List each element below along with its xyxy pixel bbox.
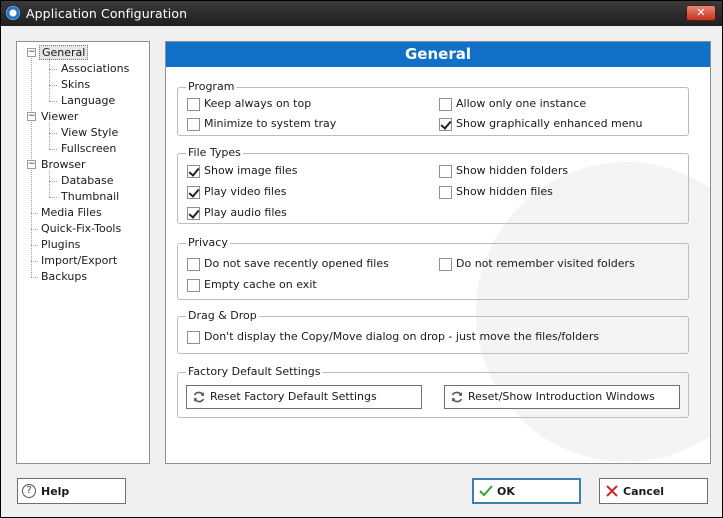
checkbox-box[interactable] [187,186,200,199]
checkbox-box[interactable] [187,165,200,178]
cancel-x-icon [606,485,618,497]
file-types-group: File Types Show image files Show hidden … [177,146,689,224]
tree-connector [49,69,57,70]
tree-item-label: Thumbnail [61,190,120,203]
tree-connector [49,149,57,150]
tree-item-import-export[interactable]: Import/Export [39,253,119,268]
tree-connector [49,58,50,101]
collapse-toggle-icon[interactable]: − [27,48,36,57]
tree-item-skins[interactable]: Skins [59,77,92,92]
ok-button[interactable]: OK [472,478,581,504]
tree-connector [49,122,50,149]
tree-item-browser[interactable]: Browser [39,157,88,172]
tree-item-viewer[interactable]: Viewer [39,109,80,124]
tree-connector [31,213,38,214]
program-group-title: Program [186,80,237,94]
tree-item-backups[interactable]: Backups [39,269,89,284]
tree-item-label: Associations [61,62,130,75]
program-group: Program Keep always on top Allow only on… [177,80,689,136]
tree-item-label: Skins [61,78,91,91]
checkbox-box[interactable] [439,118,452,131]
checkbox-box[interactable] [187,98,200,111]
help-icon: ? [22,484,36,498]
tree-connector [31,261,38,262]
close-icon: ✕ [696,6,706,19]
settings-panel: General Program Keep always on top Allow… [165,41,711,464]
tree-item-label: Plugins [41,238,81,251]
tree-item-label: Database [61,174,114,187]
factory-defaults-group: Factory Default Settings Reset Factory D… [177,365,689,418]
tree-item-media-files[interactable]: Media Files [39,205,104,220]
tree-connector [31,229,38,230]
tree-item-language[interactable]: Language [59,93,117,108]
checkbox-box[interactable] [187,279,200,292]
drag-drop-group: Drag & Drop Don't display the Copy/Move … [177,309,689,354]
tree-item-database[interactable]: Database [59,173,116,188]
tree-connector [49,101,57,102]
checkbox-box[interactable] [439,258,452,271]
tree-item-label: Fullscreen [61,142,117,155]
window-title: Application Configuration [26,6,188,21]
refresh-icon [193,391,205,403]
factory-defaults-group-title: Factory Default Settings [186,365,323,379]
tree-item-general[interactable]: General [39,45,89,60]
tree-item-label: Viewer [41,110,79,123]
tree-item-label: Backups [41,270,88,283]
checkmark-icon [479,485,493,497]
cancel-button[interactable]: Cancel [599,478,708,504]
checkbox-box[interactable] [187,258,200,271]
checkbox-box[interactable] [187,331,200,344]
file-types-group-title: File Types [186,146,243,160]
settings-tree[interactable]: General − Associations Skins Language Viewer −… [16,41,150,464]
tree-connector [49,181,57,182]
tree-item-label: General [39,45,89,60]
checkbox-box[interactable] [187,118,200,131]
collapse-toggle-icon[interactable]: − [27,160,36,169]
refresh-icon [451,391,463,403]
checkbox-box[interactable] [187,207,200,220]
close-button[interactable]: ✕ [686,5,716,21]
tree-item-fullscreen[interactable]: Fullscreen [59,141,118,156]
app-icon [6,6,20,20]
tree-connector [31,277,38,278]
tree-connector [49,85,57,86]
privacy-group: Privacy Do not save recently opened file… [177,236,689,300]
tree-item-label: Quick-Fix-Tools [41,222,122,235]
tree-connector [49,170,50,197]
tree-connector [31,245,38,246]
tree-item-label: Import/Export [41,254,118,267]
panel-title: General [166,42,710,67]
config-window: Application Configuration ✕ General − Asso… [0,0,723,518]
tree-item-label: Browser [41,158,86,171]
checkbox-box[interactable] [439,186,452,199]
tree-item-view-style[interactable]: View Style [59,125,120,140]
tree-item-label: View Style [61,126,119,139]
reset-introduction-windows-button[interactable]: Reset/Show Introduction Windows [444,385,680,409]
drag-drop-group-title: Drag & Drop [186,309,259,323]
tree-item-label: Language [61,94,116,107]
checkbox-box[interactable] [439,165,452,178]
tree-item-associations[interactable]: Associations [59,61,131,76]
tree-item-quick-fix-tools[interactable]: Quick-Fix-Tools [39,221,123,236]
checkbox-box[interactable] [439,98,452,111]
collapse-toggle-icon[interactable]: − [27,112,36,121]
tree-connector [49,133,57,134]
tree-item-thumbnail[interactable]: Thumbnail [59,189,121,204]
privacy-group-title: Privacy [186,236,230,250]
tree-item-label: Media Files [41,206,102,219]
title-bar[interactable]: Application Configuration ✕ [1,1,722,26]
help-button[interactable]: ? Help [17,478,126,504]
tree-connector [49,197,57,198]
reset-factory-defaults-button[interactable]: Reset Factory Default Settings [186,385,422,409]
tree-item-plugins[interactable]: Plugins [39,237,82,252]
